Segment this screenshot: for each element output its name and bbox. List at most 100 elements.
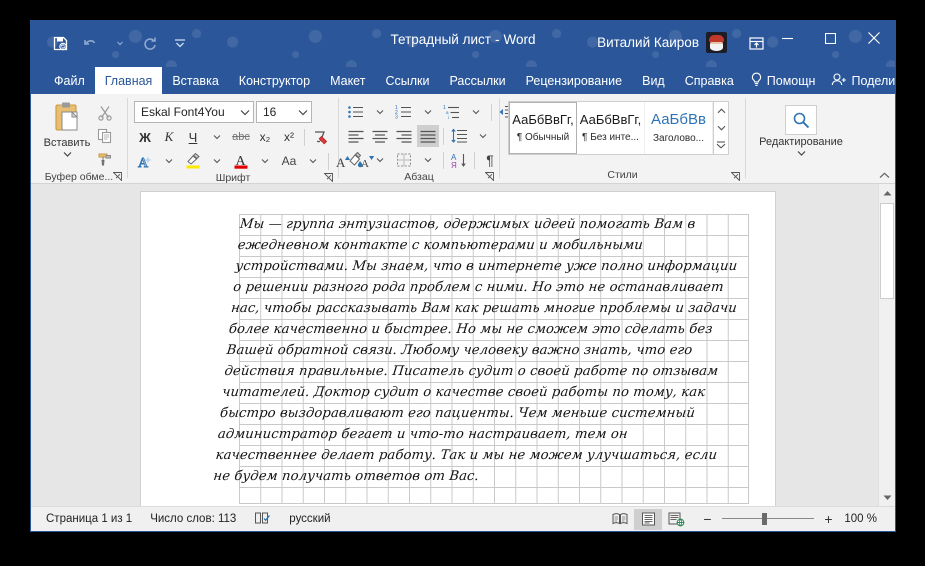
highlight-color-button[interactable] bbox=[182, 150, 204, 172]
tab-help[interactable]: Справка bbox=[675, 67, 744, 94]
editing-dropdown-icon[interactable] bbox=[797, 147, 806, 159]
status-bar-right: − + 100 % bbox=[606, 508, 889, 530]
close-button[interactable] bbox=[852, 21, 895, 55]
tab-layout[interactable]: Макет bbox=[320, 67, 375, 94]
clipboard-dialog-launcher-icon[interactable] bbox=[112, 172, 122, 182]
tab-design[interactable]: Конструктор bbox=[229, 67, 320, 94]
align-right-button[interactable] bbox=[393, 125, 415, 147]
line-spacing-dropdown-icon[interactable] bbox=[472, 125, 494, 147]
paragraph-dialog-launcher-icon[interactable] bbox=[484, 172, 494, 182]
text-effects-button[interactable]: A bbox=[134, 150, 156, 172]
account-button[interactable]: Виталий Каиров bbox=[597, 32, 727, 53]
tab-review[interactable]: Рецензирование bbox=[516, 67, 633, 94]
maximize-button[interactable] bbox=[809, 21, 852, 55]
font-color-button[interactable]: A bbox=[230, 150, 252, 172]
numbering-button[interactable]: 123 bbox=[393, 101, 415, 123]
superscript-button[interactable]: x² bbox=[278, 126, 300, 148]
subscript-button[interactable]: x₂ bbox=[254, 126, 276, 148]
multilevel-list-button[interactable]: 1ai bbox=[441, 101, 463, 123]
change-case-button[interactable]: Aa bbox=[278, 150, 300, 172]
shading-dropdown-icon[interactable] bbox=[369, 149, 391, 171]
document-page[interactable]: Мы — группа энтузиастов, одержимых идеей… bbox=[141, 192, 775, 506]
view-web-layout-button[interactable] bbox=[662, 509, 690, 530]
font-name-dropdown-icon[interactable] bbox=[236, 105, 250, 119]
proofing-status-button[interactable] bbox=[245, 507, 280, 531]
tab-file[interactable]: Файл bbox=[44, 67, 95, 94]
multilevel-dropdown-icon[interactable] bbox=[465, 101, 487, 123]
format-painter-button[interactable] bbox=[93, 148, 117, 170]
scroll-up-button[interactable] bbox=[879, 184, 895, 201]
undo-button[interactable] bbox=[76, 29, 104, 57]
underline-button[interactable]: Ч bbox=[182, 126, 204, 148]
font-color-dropdown-icon[interactable] bbox=[254, 150, 276, 172]
undo-dropdown-icon[interactable] bbox=[106, 29, 134, 57]
text-effects-dropdown-icon[interactable] bbox=[158, 150, 180, 172]
underline-dropdown-icon[interactable] bbox=[206, 126, 228, 148]
view-print-layout-button[interactable] bbox=[634, 508, 662, 530]
borders-button[interactable] bbox=[393, 149, 415, 171]
numbering-dropdown-icon[interactable] bbox=[417, 101, 439, 123]
vertical-scrollbar[interactable] bbox=[878, 184, 895, 506]
clear-formatting-button[interactable] bbox=[309, 126, 331, 148]
strikethrough-button[interactable]: abc bbox=[230, 126, 252, 148]
editing-button[interactable]: Редактирование bbox=[753, 103, 849, 159]
style-item-no-spacing[interactable]: АаБбВвГг, ¶ Без инте... bbox=[577, 102, 645, 154]
font-size-input[interactable]: 16 bbox=[256, 101, 312, 123]
tab-insert[interactable]: Вставка bbox=[162, 67, 228, 94]
bullets-dropdown-icon[interactable] bbox=[369, 101, 391, 123]
style-item-normal[interactable]: АаБбВвГг, ¶ Обычный bbox=[509, 102, 577, 154]
tell-me-button[interactable]: Помощн bbox=[744, 67, 822, 94]
align-left-button[interactable] bbox=[345, 125, 367, 147]
ribbon-display-options-icon[interactable] bbox=[745, 32, 767, 54]
copy-button[interactable] bbox=[93, 125, 117, 147]
align-center-button[interactable] bbox=[369, 125, 391, 147]
page-indicator[interactable]: Страница 1 из 1 bbox=[37, 507, 141, 531]
minimize-button[interactable] bbox=[766, 21, 809, 55]
cut-button[interactable] bbox=[93, 102, 117, 124]
document-text[interactable]: Мы — группа энтузиастов, одержимых идеей… bbox=[210, 214, 749, 487]
document-canvas[interactable]: Мы — группа энтузиастов, одержимых идеей… bbox=[31, 184, 878, 506]
redo-button[interactable] bbox=[136, 29, 164, 57]
zoom-out-button[interactable]: − bbox=[700, 511, 715, 527]
scrollbar-thumb[interactable] bbox=[880, 203, 894, 299]
line-spacing-button[interactable] bbox=[448, 125, 470, 147]
paste-dropdown-icon[interactable] bbox=[63, 148, 72, 160]
share-button[interactable]: Поделиться bbox=[825, 67, 895, 94]
zoom-slider[interactable] bbox=[722, 512, 814, 526]
justify-button[interactable] bbox=[417, 125, 439, 147]
zoom-slider-knob[interactable] bbox=[762, 513, 768, 525]
save-button[interactable] bbox=[46, 29, 74, 57]
highlight-dropdown-icon[interactable] bbox=[206, 150, 228, 172]
styles-scroll-up-button[interactable] bbox=[714, 102, 728, 119]
tab-references[interactable]: Ссылки bbox=[375, 67, 439, 94]
font-size-dropdown-icon[interactable] bbox=[294, 105, 308, 119]
scroll-down-button[interactable] bbox=[879, 489, 895, 506]
font-name-input[interactable]: Eskal Font4You bbox=[134, 101, 254, 123]
shading-button[interactable] bbox=[345, 149, 367, 171]
bullets-button[interactable] bbox=[345, 101, 367, 123]
view-read-mode-button[interactable] bbox=[606, 509, 634, 530]
zoom-in-button[interactable]: + bbox=[821, 511, 836, 527]
tab-home[interactable]: Главная bbox=[94, 67, 163, 94]
tab-view[interactable]: Вид bbox=[632, 67, 675, 94]
styles-scroll-down-button[interactable] bbox=[714, 119, 728, 136]
scrollbar-track[interactable] bbox=[879, 201, 895, 489]
zoom-level[interactable]: 100 % bbox=[843, 513, 881, 525]
collapse-ribbon-button[interactable] bbox=[877, 168, 891, 182]
styles-dialog-launcher-icon[interactable] bbox=[730, 172, 740, 182]
font-dialog-launcher-icon[interactable] bbox=[323, 173, 333, 183]
change-case-dropdown-icon[interactable] bbox=[302, 150, 324, 172]
borders-dropdown-icon[interactable] bbox=[417, 149, 439, 171]
tab-mailings[interactable]: Рассылки bbox=[439, 67, 515, 94]
bold-button[interactable]: Ж bbox=[134, 126, 156, 148]
italic-button[interactable]: К bbox=[158, 126, 180, 148]
customize-quick-access-icon[interactable] bbox=[166, 29, 194, 57]
style-item-heading1[interactable]: АаБбВв Заголово... bbox=[645, 102, 713, 154]
language-indicator[interactable]: русский bbox=[280, 507, 339, 531]
paste-button[interactable]: Вставить bbox=[41, 99, 93, 160]
sort-button[interactable]: AЯ bbox=[448, 149, 470, 171]
styles-more-button[interactable] bbox=[714, 137, 728, 154]
word-count[interactable]: Число слов: 113 bbox=[141, 507, 245, 531]
show-formatting-marks-button[interactable]: ¶ bbox=[479, 149, 501, 171]
word-window: Тетрадный лист - Word Виталий Каиров Файл bbox=[30, 20, 896, 532]
